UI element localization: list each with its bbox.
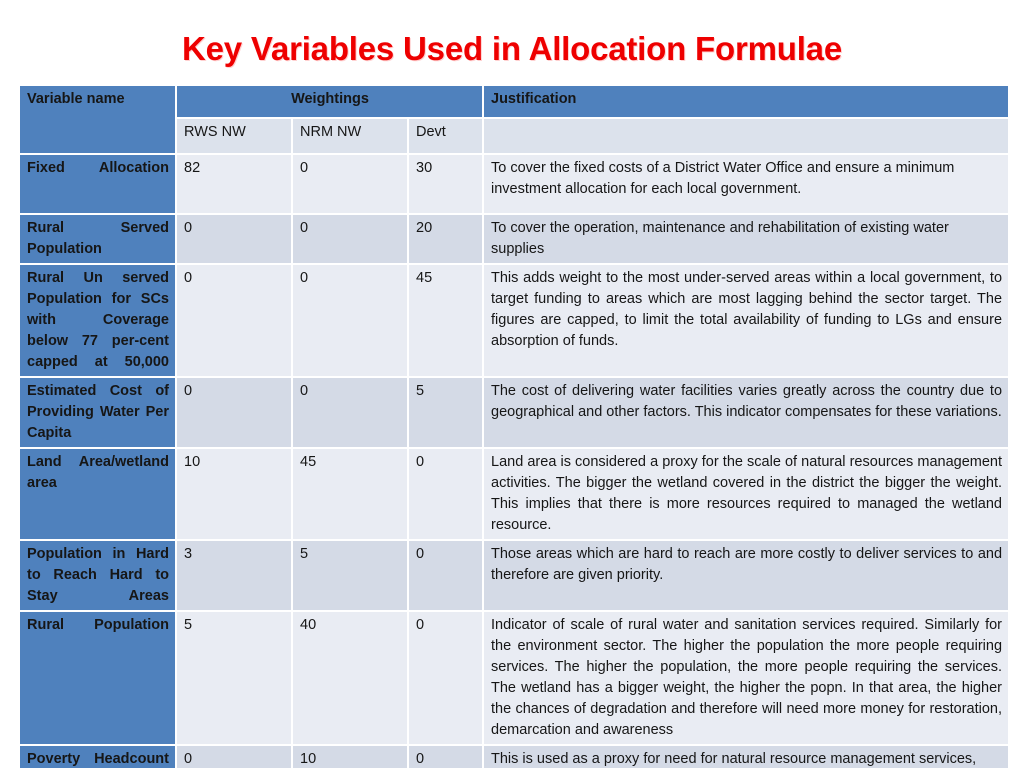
rws-nw-weight-cell: 3 — [177, 541, 291, 611]
table-body: Fixed Allocation 82 0 30 To cover the fixed … — [20, 155, 1009, 768]
nrm-nw-weight-cell: 0 — [293, 215, 407, 264]
column-header-variable-name: Variable name — [20, 86, 175, 153]
slide-root: Key Variables Used in Allocation Formula… — [0, 0, 1024, 768]
devt-weight-cell: 0 — [409, 746, 483, 768]
table-row: Land Area/wetland area 10 45 0 Land area is … — [20, 449, 1009, 540]
rws-nw-weight-cell: 0 — [177, 378, 291, 448]
table-row: Population in Hard to Reach Hard to Stay… — [20, 541, 1009, 611]
column-subheader-rws-nw: RWS NW — [177, 119, 291, 153]
column-header-justification: Justification — [484, 86, 1009, 117]
table-row: Fixed Allocation 82 0 30 To cover the fixed … — [20, 155, 1009, 213]
justification-cell: Land area is considered a proxy for the … — [484, 449, 1009, 540]
nrm-nw-weight-cell: 45 — [293, 449, 407, 540]
justification-cell: This is used as a proxy for need for nat… — [484, 746, 1009, 768]
devt-weight-cell: 0 — [409, 541, 483, 611]
nrm-nw-weight-cell: 10 — [293, 746, 407, 768]
variable-name-cell: Population in Hard to Reach Hard to Stay… — [20, 541, 175, 611]
variable-name-cell: Estimated Cost of Providing Water Per Ca… — [20, 378, 175, 448]
rws-nw-weight-cell: 10 — [177, 449, 291, 540]
page-title: Key Variables Used in Allocation Formula… — [182, 30, 842, 67]
rws-nw-weight-cell: 82 — [177, 155, 291, 213]
table-row: Rural Population 5 40 0 Indicator of scale o… — [20, 612, 1009, 745]
variable-name-cell: Poverty Headcount — [20, 746, 175, 768]
variable-name-cell: Rural Un served Population for SCs with … — [20, 265, 175, 377]
rws-nw-weight-cell: 0 — [177, 746, 291, 768]
justification-cell: This adds weight to the most under-serve… — [484, 265, 1009, 377]
variable-name-cell: Rural Population — [20, 612, 175, 745]
devt-weight-cell: 45 — [409, 265, 483, 377]
devt-weight-cell: 20 — [409, 215, 483, 264]
justification-cell: To cover the operation, maintenance and … — [484, 215, 1009, 264]
table-row: Rural Un served Population for SCs with … — [20, 265, 1009, 377]
column-header-weightings: Weightings — [177, 86, 483, 117]
justification-cell: Those areas which are hard to reach are … — [484, 541, 1009, 611]
table-header: Variable name Weightings Justification R… — [20, 86, 1009, 153]
column-subheader-nrm-nw: NRM NW — [293, 119, 407, 153]
column-subheader-justification-blank — [484, 119, 1009, 153]
rws-nw-weight-cell: 0 — [177, 215, 291, 264]
nrm-nw-weight-cell: 5 — [293, 541, 407, 611]
justification-cell: Indicator of scale of rural water and sa… — [484, 612, 1009, 745]
variable-name-cell: Rural Served Population — [20, 215, 175, 264]
key-variables-table: Variable name Weightings Justification R… — [18, 84, 1010, 768]
nrm-nw-weight-cell: 40 — [293, 612, 407, 745]
devt-weight-cell: 0 — [409, 612, 483, 745]
justification-cell: To cover the fixed costs of a District W… — [484, 155, 1009, 213]
justification-cell: The cost of delivering water facilities … — [484, 378, 1009, 448]
variable-name-cell: Land Area/wetland area — [20, 449, 175, 540]
devt-weight-cell: 30 — [409, 155, 483, 213]
table-row: Estimated Cost of Providing Water Per Ca… — [20, 378, 1009, 448]
rws-nw-weight-cell: 5 — [177, 612, 291, 745]
nrm-nw-weight-cell: 0 — [293, 378, 407, 448]
table-row: Rural Served Population 0 0 20 To cover the … — [20, 215, 1009, 264]
key-variables-table-wrapper: Variable name Weightings Justification R… — [18, 84, 1010, 768]
column-subheader-devt: Devt — [409, 119, 483, 153]
rws-nw-weight-cell: 0 — [177, 265, 291, 377]
devt-weight-cell: 0 — [409, 449, 483, 540]
nrm-nw-weight-cell: 0 — [293, 265, 407, 377]
variable-name-cell: Fixed Allocation — [20, 155, 175, 213]
table-group-header-row: Variable name Weightings Justification — [20, 86, 1009, 153]
nrm-nw-weight-cell: 0 — [293, 155, 407, 213]
table-row: Poverty Headcount 0 10 0 This is used as a p… — [20, 746, 1009, 768]
devt-weight-cell: 5 — [409, 378, 483, 448]
